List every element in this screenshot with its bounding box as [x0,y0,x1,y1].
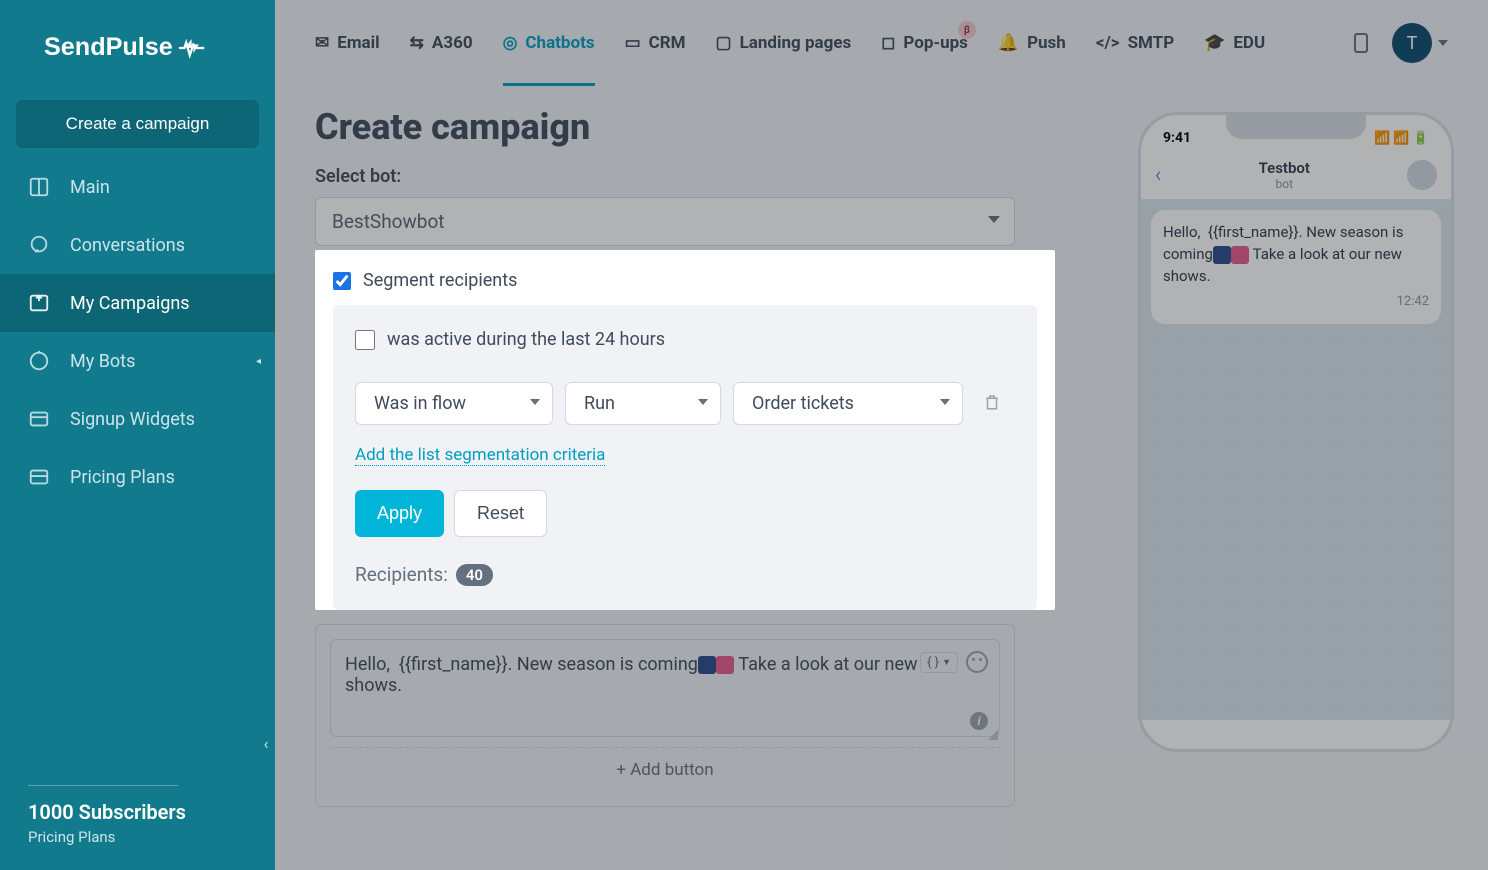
mobile-icon[interactable] [1354,33,1368,53]
emoji-circus-icon [716,656,734,674]
resize-handle[interactable] [988,730,998,740]
chevron-down-icon[interactable] [1438,40,1448,46]
delete-filter-button[interactable] [983,392,1001,416]
sidebar-item-signup-widgets[interactable]: Signup Widgets [0,390,275,448]
filter-value-select[interactable]: Order tickets [733,382,963,425]
active-24h-label: was active during the last 24 hours [387,329,665,350]
message-textarea[interactable]: Hello, {{first_name}}. New season is com… [330,639,1000,737]
push-icon: 🔔 [998,33,1019,53]
filter-operator-select[interactable]: Run [565,382,721,425]
sidebar: SendPulse Create a campaign Main Convers… [0,0,275,870]
emoji-picker-button[interactable] [966,651,988,673]
bot-icon [28,350,50,372]
info-icon[interactable]: i [970,712,988,730]
bubble-time: 12:42 [1163,293,1429,312]
nav-crm[interactable]: ▭CRM [625,33,686,53]
brand-logo[interactable]: SendPulse [0,0,275,90]
phone-bot-name: Testbot [1162,159,1407,177]
pricing-plans-link[interactable]: Pricing Plans [28,828,247,846]
columns-icon [28,176,50,198]
sidebar-item-my-campaigns[interactable]: My Campaigns [0,274,275,332]
chevron-down-icon [530,399,540,405]
emoji-circus-icon [1231,246,1249,264]
phone-bot-avatar [1407,160,1437,190]
smtp-icon: </> [1096,33,1120,53]
add-button-link[interactable]: + Add button [330,747,1000,792]
nav-push[interactable]: 🔔Push [998,33,1066,53]
insert-variable-button[interactable]: { } ▼ [920,652,958,673]
sidebar-item-label: Pricing Plans [70,467,175,488]
message-editor-panel: Hello, {{first_name}}. New season is com… [315,624,1015,807]
phone-preview: 9:41 📶 📶 🔋 ‹ Testbot bot Hello, {{first_… [1138,112,1454,752]
chevron-down-icon [988,216,1000,223]
chevron-left-icon: ◂ [256,356,259,367]
popup-icon: ◻ [881,33,895,53]
create-campaign-button[interactable]: Create a campaign [16,100,259,148]
sidebar-item-label: Main [70,177,110,198]
nav-popups[interactable]: ◻Pop-upsβ [881,33,968,53]
add-criteria-link[interactable]: Add the list segmentation criteria [355,445,605,466]
phone-notch [1226,115,1366,139]
segment-recipients-label: Segment recipients [363,270,517,291]
svg-text:SendPulse: SendPulse [44,33,173,61]
beta-badge: β [958,21,976,39]
pricing-icon [28,466,50,488]
main-area: ✉Email ⇆A360 ◎Chatbots ▭CRM ▢Landing pag… [275,0,1488,870]
recipients-label: Recipients: [355,563,448,586]
emoji-theater-icon [1213,246,1231,264]
sidebar-item-label: My Campaigns [70,293,190,314]
sidebar-item-conversations[interactable]: Conversations [0,216,275,274]
nav-edu[interactable]: 🎓EDU [1204,33,1265,53]
sidebar-collapse-handle[interactable]: ‹ [257,730,275,756]
sidebar-item-label: Signup Widgets [70,409,195,430]
chatbot-icon: ◎ [503,33,518,53]
phone-bot-subtitle: bot [1162,177,1407,191]
emoji-theater-icon [698,656,716,674]
a360-icon: ⇆ [410,33,424,53]
bot-select[interactable]: BestShowbot [315,197,1015,246]
user-avatar[interactable]: T [1392,23,1432,63]
phone-time: 9:41 [1163,130,1191,146]
phone-status-icons: 📶 📶 🔋 [1374,131,1429,146]
sidebar-item-label: My Bots [70,351,135,372]
subscribers-footer: 1000 Subscribers Pricing Plans [0,771,275,870]
widget-icon [28,408,50,430]
nav-smtp[interactable]: </>SMTP [1096,33,1174,53]
apply-button[interactable]: Apply [355,490,444,537]
top-nav: ✉Email ⇆A360 ◎Chatbots ▭CRM ▢Landing pag… [275,0,1488,86]
segment-criteria-box: was active during the last 24 hours Was … [333,305,1037,610]
sidebar-item-label: Conversations [70,235,185,256]
edu-icon: 🎓 [1204,33,1225,53]
nav-a360[interactable]: ⇆A360 [410,33,473,53]
crm-icon: ▭ [625,33,641,53]
phone-chat-area: Hello, {{first_name}}. New season is com… [1141,200,1451,720]
landing-icon: ▢ [716,33,732,53]
nav-landing-pages[interactable]: ▢Landing pages [716,33,852,53]
reset-button[interactable]: Reset [454,490,547,537]
chevron-down-icon [698,399,708,405]
campaign-icon [28,292,50,314]
mail-icon: ✉ [315,33,329,53]
nav-chatbots[interactable]: ◎Chatbots [503,33,595,86]
chat-icon [28,234,50,256]
sidebar-item-my-bots[interactable]: My Bots ◂ [0,332,275,390]
segment-recipients-checkbox[interactable] [333,272,351,290]
subscriber-count: 1000 Subscribers [28,800,247,824]
sidebar-item-main[interactable]: Main [0,158,275,216]
chevron-down-icon [940,399,950,405]
active-24h-checkbox[interactable] [355,330,375,350]
recipients-count: 40 [456,564,493,586]
filter-field-select[interactable]: Was in flow [355,382,553,425]
segment-panel: Segment recipients was active during the… [315,250,1055,610]
sidebar-item-pricing-plans[interactable]: Pricing Plans [0,448,275,506]
nav-email[interactable]: ✉Email [315,33,380,53]
chat-bubble: Hello, {{first_name}}. New season is com… [1151,210,1441,324]
